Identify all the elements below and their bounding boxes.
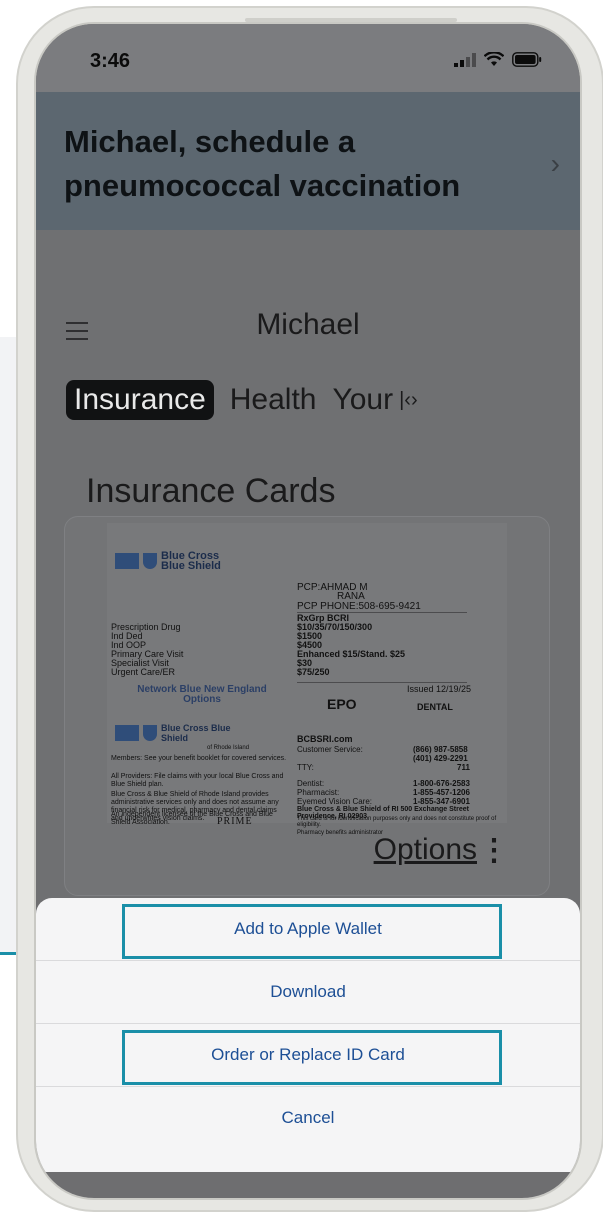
back-value-4: 1-800-676-2583: [413, 779, 470, 788]
status-icons: [454, 52, 542, 67]
chevron-right-icon: ›: [550, 148, 560, 179]
shield-logo-icon: [143, 553, 157, 569]
back-label-6: Eyemed Vision Care:: [297, 797, 372, 806]
signal-icon: [454, 53, 476, 67]
pharmacy-admin: Pharmacy benefits administrator: [297, 830, 384, 836]
bcbs-logo-back: Blue Cross Blue Shield: [115, 723, 231, 743]
bcbs-logo-front: Blue Cross Blue Shield: [115, 550, 231, 572]
website: BCBSRI.com: [297, 734, 353, 744]
section-title: Insurance Cards: [86, 472, 336, 510]
action-sheet: Add to Apple Wallet Download Order or Re…: [36, 898, 580, 1198]
cancel-label: Cancel: [281, 1108, 335, 1127]
back-disclaimer: This card is for identification purposes…: [297, 816, 497, 828]
options-link[interactable]: Options: [374, 833, 477, 867]
highlight-order-replace: [122, 1030, 502, 1085]
status-bar: 3:46: [36, 24, 580, 92]
back-note-4: An independent licensee of the Blue Cros…: [111, 811, 273, 826]
prime-logo: PRIME: [217, 816, 253, 827]
tab-your[interactable]: Your: [332, 383, 393, 417]
issued-date: Issued 12/19/25: [407, 684, 472, 694]
pcp-phone: PCP PHONE:508-695-9421: [297, 601, 421, 612]
card-rule: [297, 682, 467, 683]
back-label-4: Dentist:: [297, 779, 325, 788]
tab-health[interactable]: Health: [230, 383, 317, 417]
download-button[interactable]: Download: [36, 961, 580, 1024]
copay-label-6: Urgent Care/ER: [111, 667, 176, 677]
insurance-card-tile[interactable]: Blue Cross Blue Shield PCP:AHMAD M RANA …: [64, 516, 550, 896]
copay-value-6: $75/250: [297, 667, 330, 677]
back-value-6: 1-855-347-6901: [413, 797, 470, 806]
tab-bar: Insurance Health Your |‹›: [66, 378, 418, 422]
more-tabs-icon[interactable]: |‹›: [399, 389, 418, 412]
phone-screen: 3:46 Michael, schedule a pneumococcal va…: [34, 22, 582, 1200]
back-note-1: Members: See your benefit booklet for co…: [111, 755, 287, 762]
back-label-1: Customer Service:: [297, 745, 363, 754]
battery-icon: [512, 52, 542, 67]
kebab-icon[interactable]: ⋮: [479, 833, 509, 868]
plan-type: EPO: [327, 696, 357, 712]
network-name: Network Blue New England Options: [137, 684, 267, 705]
home-indicator-area: [36, 1172, 580, 1198]
status-time: 3:46: [90, 50, 131, 72]
download-label: Download: [270, 982, 346, 1001]
back-value-1: (866) 987-5858: [413, 745, 468, 754]
pcp-name-line2: RANA: [337, 591, 365, 602]
id-card-image: Blue Cross Blue Shield PCP:AHMAD M RANA …: [107, 523, 507, 836]
back-value-3: 711: [457, 763, 470, 772]
cross-logo-icon: [115, 553, 139, 569]
back-value-2: (401) 429-2291: [413, 754, 468, 763]
brand-name-front: Blue Cross Blue Shield: [161, 550, 221, 572]
nav-title: Michael: [256, 308, 360, 341]
tab-insurance[interactable]: Insurance: [66, 380, 214, 420]
wifi-icon: [484, 52, 504, 66]
back-label-3: TTY:: [297, 763, 314, 772]
banner-text: Michael, schedule a pneumococcal vaccina…: [64, 124, 461, 203]
cancel-button[interactable]: Cancel: [36, 1087, 580, 1149]
shield-logo-icon: [143, 725, 157, 741]
back-label-5: Pharmacist:: [297, 788, 340, 797]
cross-logo-icon: [115, 725, 139, 741]
copay-value-4: Enhanced $15/Stand. $25: [297, 649, 406, 659]
vaccination-banner[interactable]: Michael, schedule a pneumococcal vaccina…: [36, 92, 580, 230]
back-value-5: 1-855-457-1206: [413, 788, 470, 797]
dental-label: DENTAL: [417, 702, 453, 712]
back-note-2: All Providers: File claims with your loc…: [111, 773, 284, 788]
brand-sub: of Rhode Island: [207, 745, 250, 751]
highlight-add-to-wallet: [122, 904, 502, 959]
brand-name-back: Blue Cross Blue Shield: [161, 723, 231, 743]
